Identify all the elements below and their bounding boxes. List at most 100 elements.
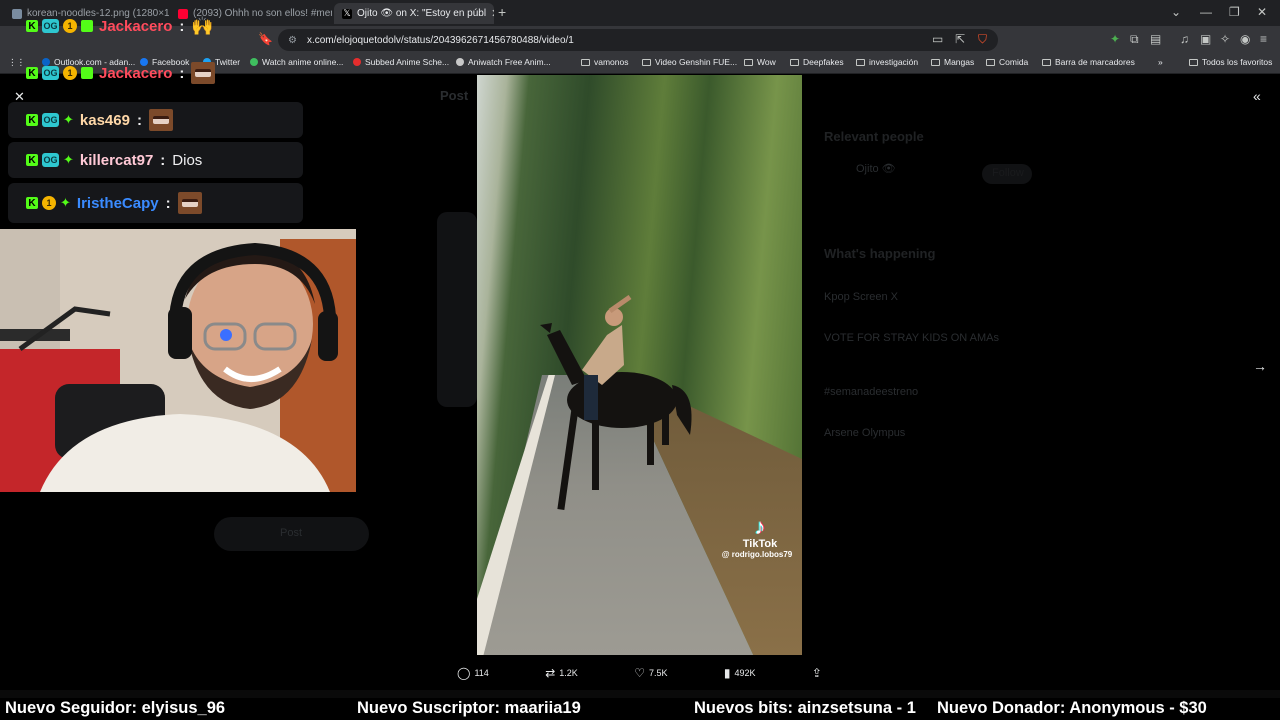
views-chart-icon: ▮ xyxy=(723,665,731,680)
tab-title: Ojito 👁 on X: "Estoy en públ xyxy=(357,8,487,19)
bookmark-aniwatch[interactable]: Aniwatch Free Anim... xyxy=(456,57,551,67)
address-bar[interactable]: ⚙ x.com/elojoquetodolv/status/2043962671… xyxy=(278,29,998,51)
vpn-icon[interactable]: ◉ xyxy=(1240,32,1250,46)
bookmark-folder-wow[interactable]: Wow xyxy=(744,57,776,67)
folder-icon xyxy=(931,58,940,66)
bookmark-folder-investigacion[interactable]: investigación xyxy=(856,57,918,67)
kick-badge-icon: K xyxy=(26,67,38,79)
hands-emote-icon: 🙌 xyxy=(191,15,214,36)
chat-message: K OG 1 Jackacero : 🙌 xyxy=(8,8,303,44)
menu-icon[interactable]: ≡ xyxy=(1260,32,1267,46)
extensions-icon[interactable]: ⧉ xyxy=(1130,32,1139,47)
og-badge-icon: OG xyxy=(42,19,59,33)
bookmark-folder-vamonos[interactable]: vamonos xyxy=(581,57,629,67)
sub-month-badge-icon: 1 xyxy=(42,196,56,210)
chat-username: Jackacero xyxy=(99,64,173,82)
tiktok-handle: @ rodrigo.lobos79 xyxy=(721,550,793,559)
restore-icon[interactable]: ❐ xyxy=(1229,5,1240,19)
star-badge-icon: ✦ xyxy=(63,112,74,127)
chat-text: Dios xyxy=(172,151,203,169)
like-button[interactable]: ♡ 7.5K xyxy=(634,666,667,680)
close-window-icon[interactable]: ✕ xyxy=(1257,5,1267,19)
bookmark-folder-mangas[interactable]: Mangas xyxy=(931,57,974,67)
chat-username: killercat97 xyxy=(79,151,154,169)
bookmark-folder-barra[interactable]: Barra de marcadores xyxy=(1042,57,1135,67)
horse-rider-figure xyxy=(540,295,692,510)
folder-icon xyxy=(581,58,590,66)
chevron-down-icon[interactable]: ⌄ xyxy=(1171,5,1181,19)
folder-icon xyxy=(642,58,651,66)
music-icon[interactable]: ♫ xyxy=(1180,32,1189,46)
tiktok-brand: TikTok xyxy=(742,538,778,550)
taskbar-strip xyxy=(0,690,1280,698)
chat-colon: : xyxy=(179,17,185,35)
collapse-panel-icon[interactable]: « xyxy=(1253,88,1261,104)
trend-item[interactable]: Kpop Screen X xyxy=(824,291,898,303)
streamer-webcam xyxy=(0,229,356,492)
new-tab-button[interactable]: + xyxy=(498,4,506,20)
chat-message: K OG ✦ kas469 : xyxy=(8,102,303,138)
og-badge-icon: OG xyxy=(42,113,59,127)
new-subscriber-alert: Nuevo Suscriptor: maariia19 xyxy=(357,699,581,717)
bookmark-folder-todos[interactable]: Todos los favoritos xyxy=(1189,57,1272,67)
bookmarks-overflow-icon[interactable]: » xyxy=(1158,57,1163,67)
share-post-button[interactable]: ⇪ xyxy=(812,666,822,680)
repost-button[interactable]: ⇄ 1.2K xyxy=(545,666,578,680)
bookmark-subbed-anime[interactable]: Subbed Anime Sche... xyxy=(353,57,449,67)
kick-badge-icon: K xyxy=(26,154,38,166)
stream-alert-ticker: Nuevo Seguidor: elyisus_96 Nuevo Suscrip… xyxy=(0,698,1280,720)
folder-icon xyxy=(986,58,995,66)
kick-badge-icon: K xyxy=(26,20,38,32)
folder-icon xyxy=(744,58,753,66)
whats-happening-heading: What's happening xyxy=(824,246,936,261)
next-media-arrow-icon[interactable]: → xyxy=(1253,358,1267,374)
folder-icon xyxy=(1189,58,1198,66)
kick-badge-icon: K xyxy=(26,197,38,209)
share-icon: ⇪ xyxy=(811,665,822,680)
relevant-author-name: Ojito 👁 xyxy=(856,163,896,175)
reply-button[interactable]: ◯ 114 xyxy=(457,666,489,680)
tiktok-watermark: ♪ TikTok @ rodrigo.lobos79 xyxy=(720,514,800,560)
chat-colon: : xyxy=(136,111,142,129)
view-count: 492K xyxy=(734,667,756,678)
brave-shield-icon[interactable]: ⛉ xyxy=(978,32,987,47)
close-tab-icon[interactable]: ✕ xyxy=(491,7,494,20)
relevant-people-heading: Relevant people xyxy=(824,129,924,144)
folder-icon xyxy=(1042,58,1051,66)
wallet-icon[interactable]: ▣ xyxy=(1200,32,1211,46)
ai-sparkle-icon[interactable]: ✧ xyxy=(1220,32,1230,46)
chat-username: Jackacero xyxy=(99,17,173,35)
chat-colon: : xyxy=(165,194,171,212)
extension-leaf-icon[interactable]: ✦ xyxy=(1110,32,1120,46)
like-count: 7.5K xyxy=(648,667,668,678)
minimize-icon[interactable]: — xyxy=(1200,5,1212,19)
chat-message: K OG 1 Jackacero : xyxy=(8,55,303,91)
chat-colon: : xyxy=(179,64,185,82)
folder-icon xyxy=(790,58,799,66)
trend-item[interactable]: VOTE FOR STRAY KIDS ON AMAs xyxy=(824,332,999,344)
trend-item[interactable]: #semanadeestreno xyxy=(824,386,918,398)
screenshot-icon[interactable]: ▭ xyxy=(932,32,943,46)
new-donor-alert: Nuevo Donador: Anonymous - $30 xyxy=(937,699,1207,717)
video-player[interactable]: ♪ TikTok @ rodrigo.lobos79 xyxy=(477,75,802,655)
chat-colon: : xyxy=(160,151,166,169)
sidebar-icon[interactable]: ▤ xyxy=(1150,32,1161,46)
chat-message: K OG ✦ killercat97 : Dios xyxy=(8,142,303,178)
bookmark-folder-genshin[interactable]: Video Genshin FUE... xyxy=(642,57,737,67)
schedule-icon xyxy=(353,58,361,66)
trend-item[interactable]: Arsene Olympus xyxy=(824,427,905,439)
tab-x-post[interactable]: 𝕏 Ojito 👁 on X: "Estoy en públ ✕ xyxy=(334,3,494,24)
bookmark-folder-deepfakes[interactable]: Deepfakes xyxy=(790,57,844,67)
og-badge-icon: OG xyxy=(42,153,59,167)
repost-count: 1.2K xyxy=(559,667,578,678)
sub-month-badge-icon: 1 xyxy=(63,66,77,80)
bookmark-folder-comida[interactable]: Comida xyxy=(986,57,1028,67)
share-icon[interactable]: ⇱ xyxy=(955,32,965,46)
chat-message: K 1 ✦ IristheCapy : xyxy=(8,183,303,223)
founder-badge-icon xyxy=(81,67,93,79)
chat-username: IristheCapy xyxy=(76,194,159,212)
views-button[interactable]: ▮ 492K xyxy=(724,666,756,680)
face-emote-icon xyxy=(191,62,216,84)
tiktok-logo-icon: ♪ xyxy=(754,514,766,539)
founder-badge-icon xyxy=(81,20,93,32)
